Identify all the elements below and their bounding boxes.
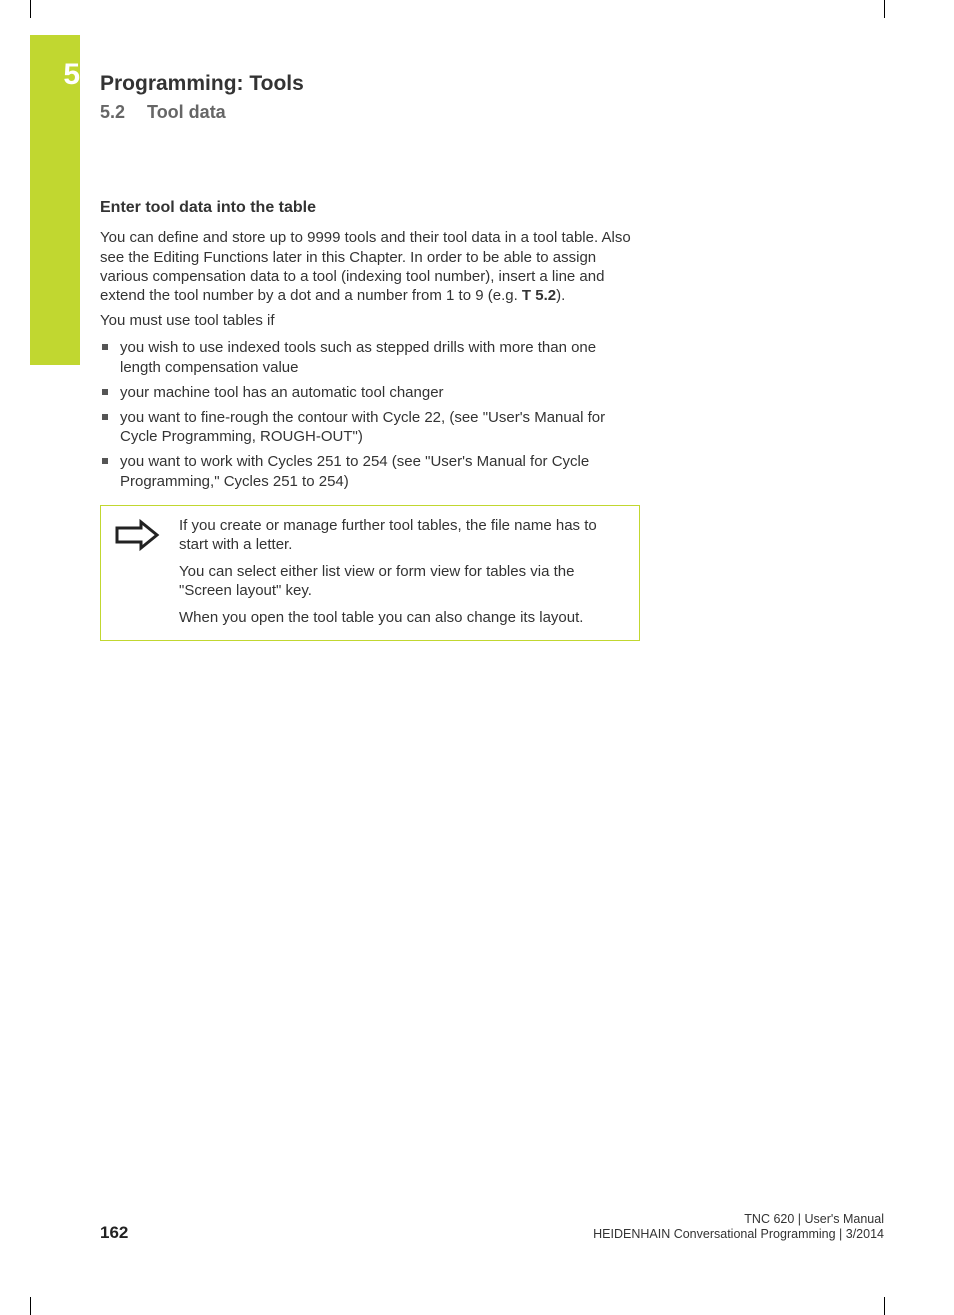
bullet-list: you wish to use indexed tools such as st… (100, 338, 640, 490)
footer-line2: HEIDENHAIN Conversational Programming | … (593, 1227, 884, 1243)
note-line: You can select either list view or form … (179, 562, 627, 600)
subheading: Enter tool data into the table (100, 198, 640, 218)
note-line: When you open the tool table you can als… (179, 608, 627, 627)
list-item: you wish to use indexed tools such as st… (100, 338, 640, 376)
section-title: Tool data (147, 102, 226, 123)
section-number: 5.2 (100, 102, 125, 123)
note-line: If you create or manage further tool tab… (179, 516, 627, 554)
list-item: you want to fine-rough the contour with … (100, 408, 640, 446)
crop-mark (884, 0, 885, 18)
crop-mark (30, 0, 31, 18)
crop-mark (884, 1297, 885, 1315)
intro-text-bold: T 5.2 (522, 287, 556, 304)
chapter-title: Programming: Tools (100, 72, 304, 96)
page-number: 162 (100, 1223, 128, 1243)
intro-text-post: ). (556, 287, 565, 304)
intro-paragraph: You can define and store up to 9999 tool… (100, 228, 640, 305)
section-heading: 5.2 Tool data (100, 102, 226, 123)
note-box: If you create or manage further tool tab… (100, 505, 640, 641)
intro2: You must use tool tables if (100, 311, 640, 330)
arrow-right-icon (113, 516, 163, 557)
note-text: If you create or manage further tool tab… (179, 516, 627, 628)
list-item: you want to work with Cycles 251 to 254 … (100, 452, 640, 490)
footer-right: TNC 620 | User's Manual HEIDENHAIN Conve… (593, 1212, 884, 1243)
list-item: your machine tool has an automatic tool … (100, 383, 640, 402)
chapter-number: 5 (40, 58, 80, 92)
footer-line1: TNC 620 | User's Manual (593, 1212, 884, 1228)
content-area: Enter tool data into the table You can d… (100, 198, 640, 641)
crop-mark (30, 1297, 31, 1315)
page-footer: 162 TNC 620 | User's Manual HEIDENHAIN C… (100, 1212, 884, 1243)
